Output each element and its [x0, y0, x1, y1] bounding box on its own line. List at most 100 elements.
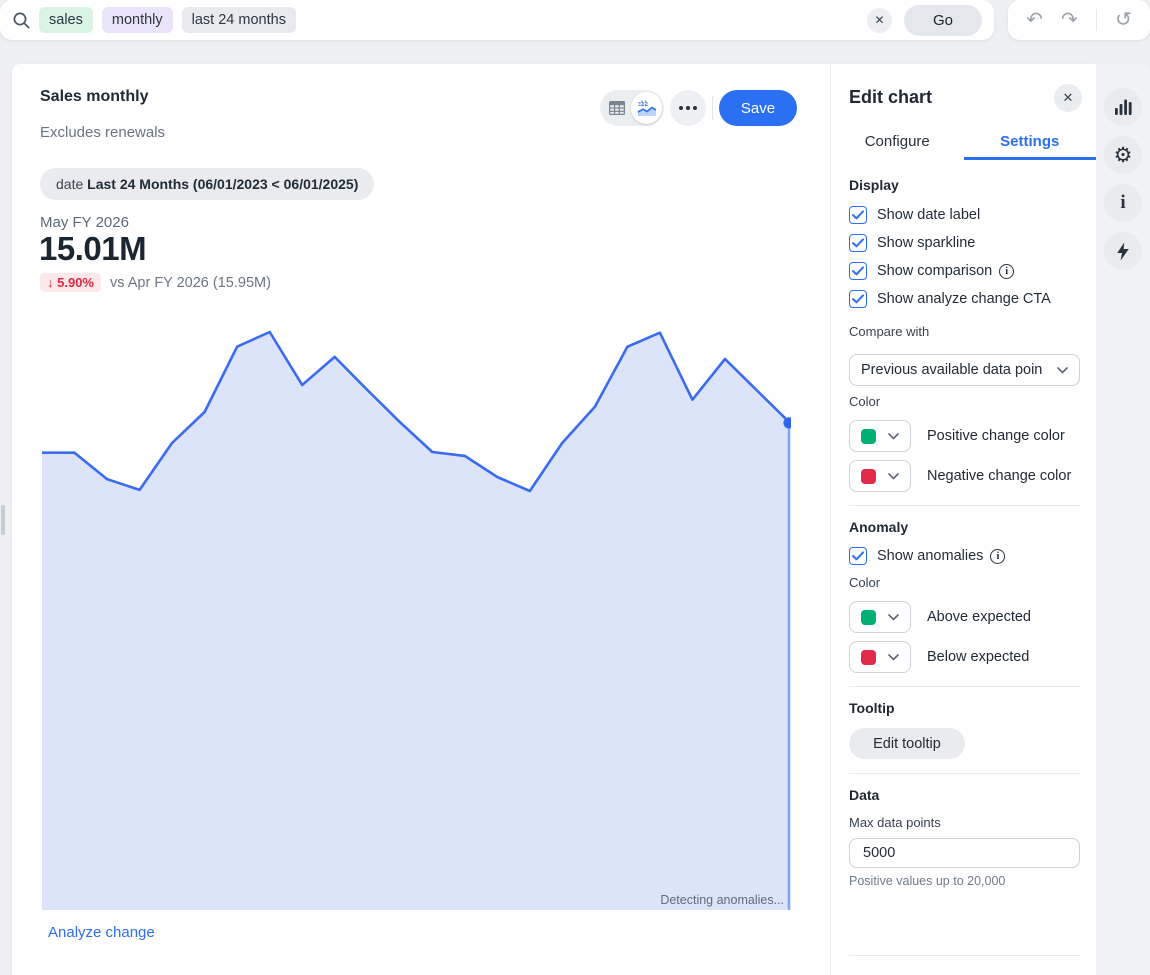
checkbox-checked[interactable]	[849, 262, 867, 280]
view-toggle	[600, 90, 664, 126]
panel-resize-handle[interactable]	[1, 505, 5, 535]
max-data-points-label: Max data points	[849, 815, 1080, 830]
anomaly-heading: Anomaly	[849, 519, 1080, 535]
chevron-down-icon	[888, 614, 899, 621]
info-icon[interactable]: i	[990, 549, 1005, 564]
below-expected-color-select[interactable]	[849, 641, 911, 673]
table-view-button[interactable]	[602, 92, 631, 124]
checkbox-label: Show analyze change CTA	[877, 291, 1051, 307]
color-label: Color	[849, 394, 1080, 409]
edit-tooltip-button[interactable]: Edit tooltip	[849, 728, 965, 759]
sparkline-svg	[42, 325, 791, 910]
compare-with-select[interactable]: Previous available data poin	[849, 354, 1080, 386]
clear-search-button[interactable]: ✕	[867, 8, 892, 33]
edit-chart-panel: Edit chart ✕ Configure Settings Display …	[830, 64, 1096, 975]
data-heading: Data	[849, 787, 1080, 803]
checkbox-row-show-date-label[interactable]: Show date label	[849, 205, 1080, 225]
search-bar[interactable]: sales monthly last 24 months ✕ Go	[0, 0, 994, 40]
change-pct: 5.90%	[57, 275, 94, 290]
kpi-period-label: May FY 2026	[40, 214, 129, 231]
search-token-sales[interactable]: sales	[39, 7, 93, 33]
green-swatch	[861, 429, 876, 444]
gear-icon: ⚙	[1114, 145, 1133, 166]
anomaly-status-text: Detecting anomalies...	[660, 893, 784, 907]
tab-configure[interactable]: Configure	[831, 130, 964, 160]
chart-rail-button[interactable]	[1104, 88, 1142, 126]
go-button[interactable]: Go	[904, 5, 982, 36]
negative-color-select[interactable]	[849, 460, 911, 492]
tab-settings[interactable]: Settings	[964, 130, 1097, 160]
panel-tabs: Configure Settings	[831, 130, 1096, 160]
bar-chart-icon	[1114, 98, 1132, 116]
checkbox-label: Show anomalies	[877, 548, 983, 564]
divider	[712, 96, 713, 120]
compare-with-label: Compare with	[849, 324, 1080, 339]
max-data-points-input[interactable]	[849, 838, 1080, 868]
viz-toolbar: Save	[600, 90, 797, 126]
save-button[interactable]: Save	[719, 90, 797, 126]
divider	[849, 505, 1080, 506]
info-rail-button[interactable]: i	[1104, 184, 1142, 222]
info-icon[interactable]: i	[999, 264, 1014, 279]
date-filter-chip[interactable]: date Last 24 Months (06/01/2023 < 06/01/…	[40, 168, 374, 200]
compare-with-value: Previous available data poin	[861, 362, 1057, 378]
panel-content: Display Show date label Show sparkline S…	[831, 160, 1096, 975]
chevron-down-icon	[888, 654, 899, 661]
insights-rail-button[interactable]	[1104, 232, 1142, 270]
checkbox-row-show-comparison[interactable]: Show comparison i	[849, 261, 1080, 281]
positive-color-select[interactable]	[849, 420, 911, 452]
search-token-monthly[interactable]: monthly	[102, 7, 173, 33]
redo-icon[interactable]: ↷	[1061, 10, 1078, 30]
checkbox-row-show-anomalies[interactable]: Show anomalies i	[849, 546, 1080, 566]
checkbox-row-show-sparkline[interactable]: Show sparkline	[849, 233, 1080, 253]
analyze-change-link[interactable]: Analyze change	[48, 924, 155, 941]
max-data-points-helper: Positive values up to 20,000	[849, 874, 1080, 888]
panel-title: Edit chart	[849, 87, 932, 108]
area-chart-icon	[637, 100, 657, 117]
chevron-down-icon	[888, 473, 899, 480]
checkbox-checked[interactable]	[849, 206, 867, 224]
reset-icon[interactable]: ↺	[1115, 10, 1132, 30]
down-arrow-icon: ↓	[47, 275, 54, 290]
table-icon	[609, 101, 625, 115]
comparison-text: vs Apr FY 2026 (15.95M)	[110, 275, 271, 291]
search-icon	[12, 11, 31, 30]
viz-subtitle: Excludes renewals	[40, 124, 165, 141]
viz-title: Sales monthly	[40, 88, 148, 106]
sparkline-fill	[42, 332, 790, 910]
search-token-last-24-months[interactable]: last 24 months	[182, 7, 296, 33]
chart-view-button[interactable]	[631, 92, 662, 124]
display-heading: Display	[849, 177, 1080, 193]
checkbox-checked[interactable]	[849, 234, 867, 252]
info-icon: i	[1120, 192, 1125, 214]
red-swatch	[861, 650, 876, 665]
positive-color-row: Positive change color	[849, 420, 1080, 452]
divider	[849, 955, 1080, 956]
negative-color-label: Negative change color	[927, 468, 1071, 484]
lightning-bolt-icon	[1116, 242, 1130, 261]
checkbox-label: Show sparkline	[877, 235, 975, 251]
filter-prefix: date	[56, 176, 83, 192]
checkbox-row-show-analyze-change-cta[interactable]: Show analyze change CTA	[849, 289, 1080, 309]
right-rail: ⚙ i	[1096, 64, 1150, 975]
above-expected-color-select[interactable]	[849, 601, 911, 633]
answer-card: Sales monthly Excludes renewals	[12, 64, 1096, 975]
kpi-value: 15.01M	[39, 230, 146, 268]
below-expected-label: Below expected	[927, 649, 1029, 665]
history-controls: ↶ ↷ ↺	[1008, 0, 1150, 40]
app-window: sales monthly last 24 months ✕ Go ↶ ↷ ↺ …	[0, 0, 1150, 975]
sparkline-chart[interactable]: Detecting anomalies...	[42, 325, 791, 910]
checkbox-checked[interactable]	[849, 290, 867, 308]
close-panel-button[interactable]: ✕	[1054, 84, 1082, 112]
settings-rail-button[interactable]: ⚙	[1104, 136, 1142, 174]
divider	[849, 773, 1080, 774]
checkbox-checked[interactable]	[849, 547, 867, 565]
above-expected-label: Above expected	[927, 609, 1031, 625]
checkbox-label: Show date label	[877, 207, 980, 223]
more-options-button[interactable]	[670, 90, 706, 126]
checkbox-label: Show comparison	[877, 263, 992, 279]
negative-color-row: Negative change color	[849, 460, 1080, 492]
divider	[1096, 9, 1097, 31]
undo-icon[interactable]: ↶	[1026, 10, 1043, 30]
red-swatch	[861, 469, 876, 484]
